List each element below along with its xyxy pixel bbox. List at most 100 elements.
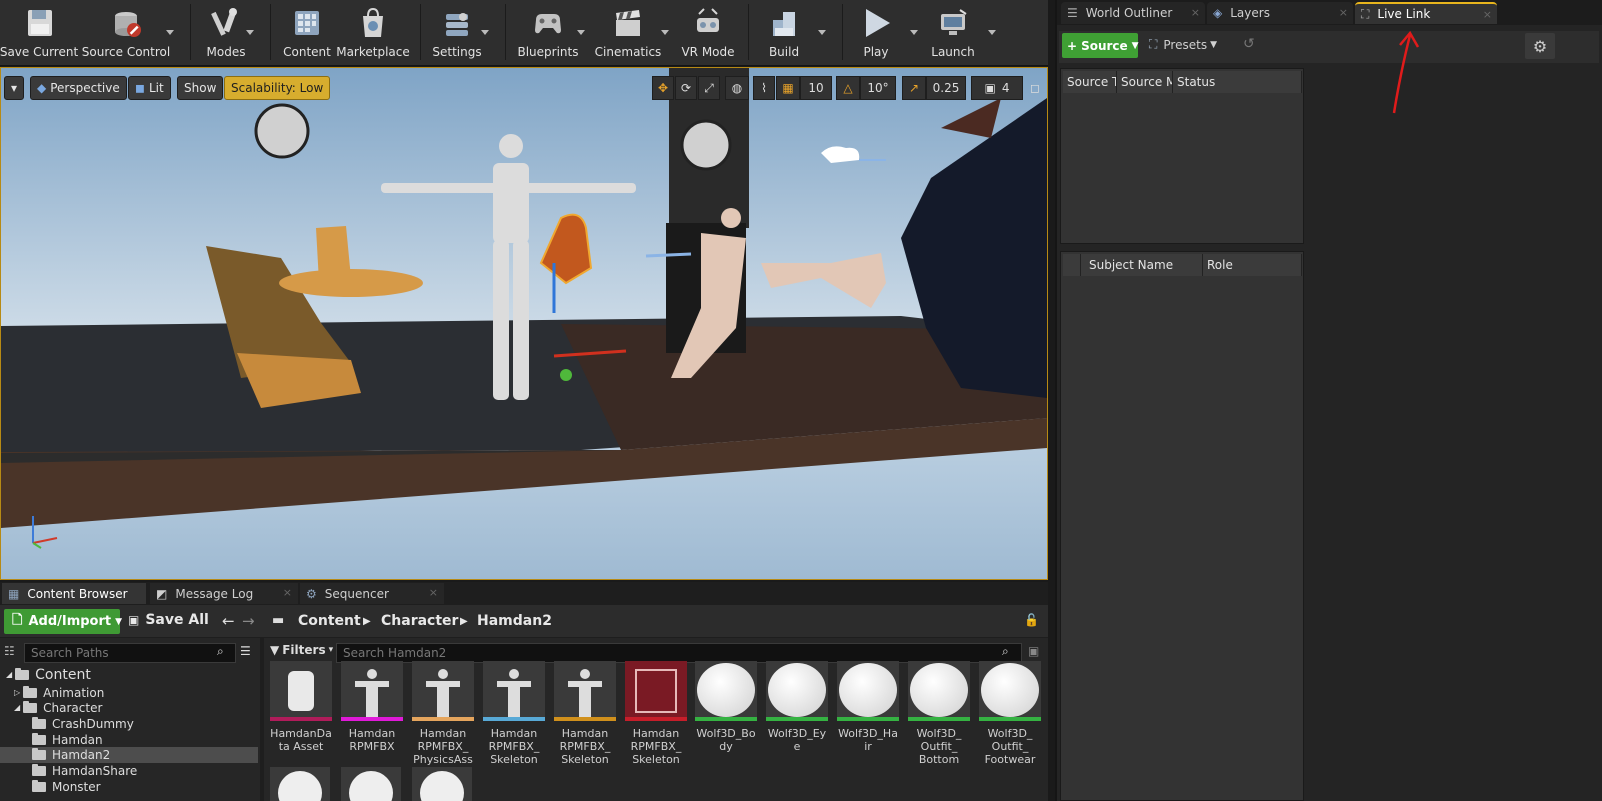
asset-tile-partial[interactable] [412,767,472,801]
vr-mode-button[interactable]: VR Mode [680,0,736,64]
marketplace-button[interactable]: Marketplace [336,0,410,64]
cinematics-dropdown-icon[interactable] [661,30,669,35]
modes-dropdown-icon[interactable] [246,30,254,35]
breadcrumb-character[interactable]: Character [381,613,458,629]
tree-item-hamdanshare[interactable]: HamdanShare [32,763,137,778]
maximize-viewport-icon[interactable]: ◻ [1025,76,1045,100]
settings-dropdown-icon[interactable] [481,30,489,35]
show-button[interactable]: Show [177,76,224,100]
build-dropdown-icon[interactable] [818,30,826,35]
tree-item-animation[interactable]: ▷ Animation [14,685,104,700]
blueprints-dropdown-icon[interactable] [577,30,585,35]
tree-item-monster[interactable]: Monster [32,779,101,794]
grid-snap-value[interactable]: 10 [800,76,832,100]
close-icon[interactable]: × [283,586,292,599]
column-header-status[interactable]: Status [1173,71,1302,93]
lock-icon[interactable]: 🔓 [1024,613,1039,627]
cinematics-button[interactable]: Cinematics [594,0,662,64]
perspective-button[interactable]: ◆ Perspective [30,76,127,100]
launch-button[interactable]: Launch [926,0,980,64]
presets-button[interactable]: ⛶ Presets ▼ [1149,37,1217,52]
asset-tile[interactable]: Wolf3D_ Outfit_ Bottom [908,661,970,766]
camera-speed-button[interactable]: ▣ 4 [971,76,1023,100]
asset-tile[interactable]: Hamdan RPMFBX_ Skeleton [625,661,687,766]
save-all-button[interactable]: ▣ Save All [128,612,209,628]
column-header-source-machine[interactable]: Source M [1117,71,1173,93]
build-button[interactable]: Build [756,0,812,64]
lit-button[interactable]: ◼ Lit [128,76,171,100]
asset-tile[interactable]: Wolf3D_ Outfit_ Footwear [979,661,1041,766]
column-header-source-type[interactable]: Source T [1063,71,1117,93]
source-control-button[interactable]: Source Control [80,0,172,64]
asset-tile[interactable]: HamdanData Asset [270,661,332,753]
grid-snap-icon[interactable]: ▦ [776,76,800,100]
close-icon[interactable]: × [1483,8,1492,21]
asset-tile[interactable]: Hamdan RPMFBX_ PhysicsAsset [412,661,474,779]
tree-item-hamdan2[interactable]: Hamdan2 [0,747,258,763]
play-dropdown-icon[interactable] [910,30,918,35]
play-button[interactable]: Play [852,0,900,64]
forward-arrow-icon[interactable]: → [242,612,255,630]
tree-item-character[interactable]: ◢ Character [14,700,102,715]
scale-snap-icon[interactable]: ↗ [902,76,926,100]
source-list[interactable]: Source T Source M Status [1060,68,1304,244]
breadcrumb-separator-icon[interactable]: ▶ [363,616,371,627]
reflection-sphere-icon[interactable] [254,103,310,159]
close-icon[interactable]: × [1191,6,1200,19]
asset-tile[interactable]: Wolf3D_Body [695,661,757,753]
save-current-button[interactable]: Save Current [0,0,78,64]
asset-tile[interactable]: Hamdan RPMFBX_ Skeleton [554,661,616,766]
asset-tile[interactable]: Hamdan RPMFBX_ Skeleton [483,661,545,766]
scale-snap-value[interactable]: 0.25 [926,76,966,100]
add-import-button[interactable]: 🗋 Add/Import ▼ [4,609,122,634]
close-icon[interactable]: × [429,586,438,599]
asset-tile[interactable]: Hamdan RPMFBX [341,661,403,753]
tab-live-link[interactable]: ⛶ Live Link × [1355,2,1497,24]
close-icon[interactable]: × [1339,6,1348,19]
search-paths-input[interactable]: Search Paths [24,643,236,663]
asset-tile-partial[interactable] [341,767,401,801]
viewport-options-button[interactable]: ▾ [4,76,24,100]
search-assets-input[interactable]: Search Hamdan2 [336,643,1022,663]
settings-gear-icon[interactable]: ⚙ [1525,33,1555,59]
settings-button[interactable]: Settings [428,0,486,64]
asset-tile-partial[interactable] [270,767,330,801]
subject-list[interactable]: Subject Name Role [1060,251,1304,801]
column-header-role[interactable]: Role [1203,254,1302,276]
tab-layers[interactable]: ◈ Layers × [1207,2,1353,24]
tab-world-outliner[interactable]: ☰ World Outliner × [1061,2,1205,24]
scale-tool-icon[interactable]: ⤢ [698,76,720,100]
asset-tile[interactable]: Wolf3D_Eye [766,661,828,753]
source-control-dropdown-icon[interactable] [166,30,174,35]
asset-tile[interactable]: Wolf3D_Hair [837,661,899,753]
breadcrumb-content[interactable]: Content [298,613,361,629]
tree-item-hamdan[interactable]: Hamdan [32,732,103,747]
blueprints-button[interactable]: Blueprints [516,0,580,64]
tab-message-log[interactable]: ◩ Message Log × [150,583,298,604]
breadcrumb-separator-icon[interactable]: ▶ [460,616,468,627]
column-header-subject-name[interactable]: Subject Name [1081,254,1203,276]
surface-snap-icon[interactable]: ⌇ [753,76,775,100]
back-arrow-icon[interactable]: ← [222,612,235,630]
launch-dropdown-icon[interactable] [988,30,996,35]
world-local-toggle-icon[interactable]: ◍ [725,76,749,100]
tree-item-crashdummy[interactable]: CrashDummy [32,716,134,731]
breadcrumb-hamdan2[interactable]: Hamdan2 [477,613,552,629]
rotation-snap-icon[interactable]: △ [836,76,860,100]
filters-button[interactable]: ▼ Filters ▾ [270,643,333,657]
rotate-tool-icon[interactable]: ⟳ [675,76,697,100]
rotation-snap-value[interactable]: 10° [860,76,896,100]
tab-content-browser[interactable]: ▦ Content Browser [2,583,146,604]
revert-icon[interactable]: ↺ [1243,36,1255,52]
reflection-sphere-icon[interactable] [680,119,732,171]
translate-tool-icon[interactable]: ✥ [652,76,674,100]
tree-item-content[interactable]: ◢ Content [6,667,91,683]
scalability-warning-button[interactable]: Scalability: Low [224,76,331,100]
save-search-icon[interactable]: ▣ [1028,644,1039,658]
sources-toggle-icon[interactable]: ☷ [4,644,15,658]
level-viewport[interactable]: ▾ ◆ Perspective ◼ Lit Show Scalability: Lo… [0,67,1048,580]
list-view-icon[interactable]: ☰ [240,644,251,658]
content-button[interactable]: Content [280,0,334,64]
add-source-button[interactable]: + Source ▼ [1062,33,1139,58]
tab-sequencer[interactable]: ⚙ Sequencer × [300,583,444,604]
